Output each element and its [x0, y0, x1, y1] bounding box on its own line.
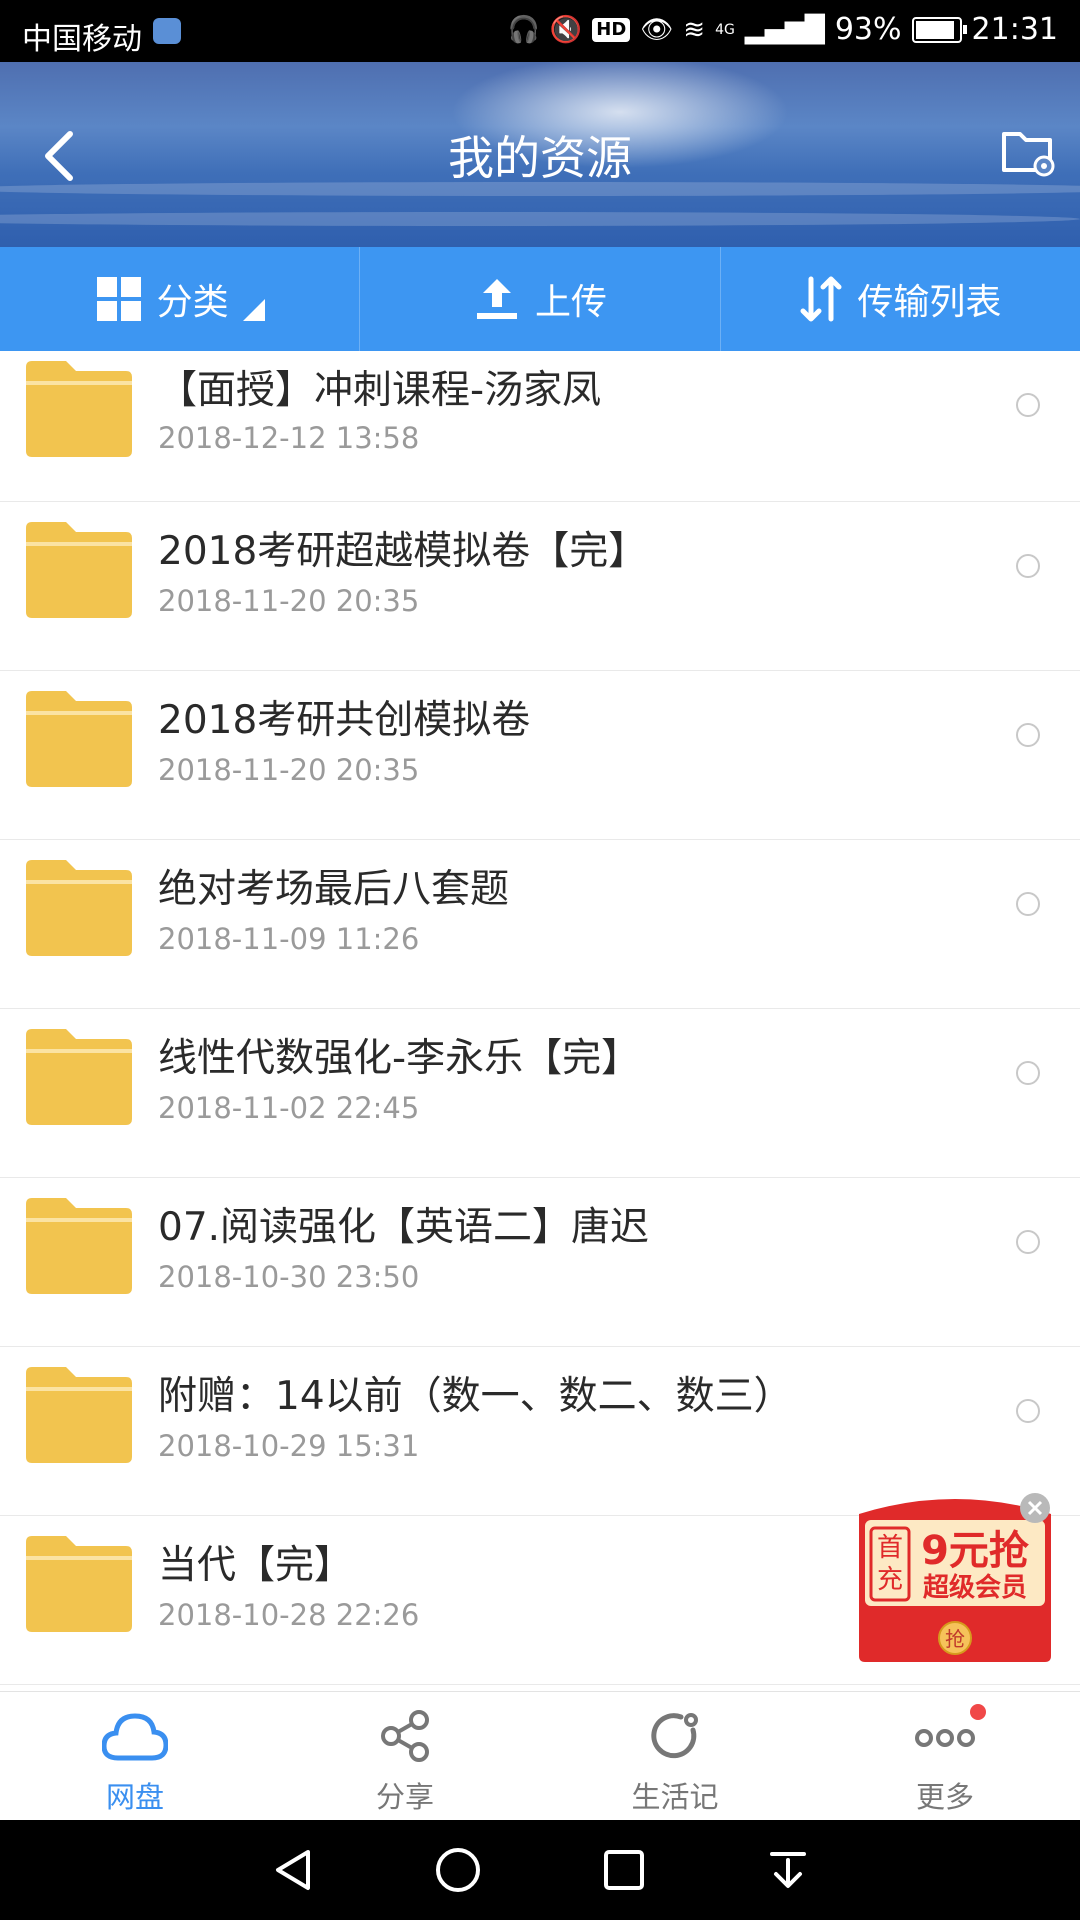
- action-tab-bar: 分类 上传 传输列表: [0, 247, 1080, 351]
- folder-icon: [26, 1029, 132, 1125]
- select-radio[interactable]: [1016, 554, 1040, 578]
- folder-icon: [26, 1536, 132, 1632]
- file-name: 2018考研共创模拟卷: [158, 698, 531, 743]
- file-name: 2018考研超越模拟卷【完】: [158, 529, 648, 574]
- file-date: 2018-11-20 20:35: [158, 753, 420, 787]
- tab-category[interactable]: 分类: [0, 247, 361, 351]
- promo-subline: 超级会员: [923, 1572, 1027, 1603]
- select-radio[interactable]: [1016, 723, 1040, 747]
- header-wave: [0, 212, 1080, 226]
- file-date: 2018-12-12 13:58: [158, 421, 420, 455]
- tab-category-label: 分类: [156, 282, 229, 323]
- list-item[interactable]: 绝对考场最后八套题 2018-11-09 11:26: [0, 840, 1080, 1009]
- file-name: 绝对考场最后八套题: [158, 867, 510, 912]
- file-date: 2018-11-02 22:45: [158, 1091, 420, 1125]
- recents-square-icon[interactable]: [602, 1848, 646, 1892]
- system-nav-bar: [0, 1820, 1080, 1920]
- list-item[interactable]: 07.阅读强化【英语二】唐迟 2018-10-30 23:50: [0, 1178, 1080, 1347]
- file-name: 当代【完】: [158, 1543, 354, 1588]
- file-date: 2018-10-28 22:26: [158, 1598, 420, 1632]
- wifi-icon: ≋: [683, 14, 706, 45]
- vip-promo-banner[interactable]: 首 充 9元抢 超级会员 抢: [855, 1492, 1055, 1664]
- battery-percent: 93%: [834, 12, 902, 47]
- status-bar: 中国移动 🎧 🔇 HD 👁 ≋ 4G ▂▄▆█ 93% 21:31: [0, 0, 1080, 62]
- file-date: 2018-10-30 23:50: [158, 1260, 420, 1294]
- nav-netdisk[interactable]: 网盘: [0, 1692, 270, 1820]
- network-type: 4G: [715, 21, 735, 38]
- nav-more-label: 更多: [915, 1780, 974, 1814]
- more-dots-icon: [915, 1729, 975, 1747]
- nav-more[interactable]: 更多: [810, 1692, 1080, 1820]
- mute-icon: 🔇: [549, 14, 583, 45]
- file-name: 附赠：14以前（数一、数二、数三）: [158, 1374, 793, 1419]
- file-list: 【面授】冲刺课程-汤家凤 2018-12-12 13:58 2018考研超越模拟…: [0, 351, 1080, 1685]
- list-item[interactable]: 附赠：14以前（数一、数二、数三） 2018-10-29 15:31: [0, 1347, 1080, 1516]
- folder-icon: [26, 361, 132, 457]
- promo-tag-second: 充: [877, 1565, 903, 1595]
- refresh-circle-icon: [651, 1713, 698, 1759]
- bottom-nav: 网盘 分享 生活记 更多: [0, 1691, 1080, 1820]
- file-name: 线性代数强化-李永乐【完】: [158, 1036, 641, 1081]
- carrier-name: 中国移动: [22, 22, 142, 57]
- file-name: 07.阅读强化【英语二】唐迟: [158, 1205, 650, 1250]
- file-name: 【面授】冲刺课程-汤家凤: [158, 368, 602, 413]
- select-radio[interactable]: [1016, 1399, 1040, 1423]
- cloud-icon: [102, 1713, 168, 1761]
- signal-icon: ▂▄▆█: [744, 14, 825, 45]
- folder-settings-icon[interactable]: [1000, 124, 1056, 180]
- list-item[interactable]: 线性代数强化-李永乐【完】 2018-11-02 22:45: [0, 1009, 1080, 1178]
- dropdown-triangle-icon: [242, 299, 265, 321]
- nav-life-journal-label: 生活记: [631, 1780, 719, 1814]
- page-title: 我的资源: [448, 131, 632, 185]
- tab-transfer-list[interactable]: 传输列表: [721, 247, 1080, 351]
- file-date: 2018-10-29 15:31: [158, 1429, 420, 1463]
- folder-icon: [26, 1198, 132, 1294]
- battery-icon: [911, 16, 967, 43]
- folder-icon: [26, 522, 132, 618]
- promo-tag-first: 首: [877, 1533, 903, 1563]
- notification-pulldown-icon[interactable]: [766, 1846, 810, 1894]
- select-radio[interactable]: [1016, 393, 1040, 417]
- promo-headline: 9元抢: [921, 1528, 1030, 1574]
- select-radio[interactable]: [1016, 1230, 1040, 1254]
- list-item[interactable]: 【面授】冲刺课程-汤家凤 2018-12-12 13:58: [0, 351, 1080, 502]
- headphones-icon: 🎧: [507, 14, 540, 45]
- file-date: 2018-11-09 11:26: [158, 922, 420, 956]
- folder-icon: [26, 860, 132, 956]
- transfer-arrows-icon: [800, 276, 842, 322]
- tab-upload[interactable]: 上传: [360, 247, 721, 351]
- select-radio[interactable]: [1016, 1061, 1040, 1085]
- nav-netdisk-label: 网盘: [105, 1780, 164, 1814]
- nav-life-journal[interactable]: 生活记: [540, 1692, 810, 1820]
- folder-icon: [26, 691, 132, 787]
- clock: 21:31: [971, 12, 1058, 47]
- grid-icon: [96, 277, 141, 321]
- tab-transfer-list-label: 传输列表: [857, 282, 1002, 323]
- select-radio[interactable]: [1016, 892, 1040, 916]
- hd-icon: HD: [592, 17, 631, 42]
- folder-icon: [26, 1367, 132, 1463]
- upload-icon: [476, 279, 517, 319]
- tab-upload-label: 上传: [534, 282, 607, 323]
- header: 我的资源: [0, 62, 1080, 247]
- home-circle-icon[interactable]: [434, 1846, 482, 1894]
- share-icon: [381, 1710, 429, 1762]
- list-item[interactable]: 2018考研共创模拟卷 2018-11-20 20:35: [0, 671, 1080, 840]
- nav-share[interactable]: 分享: [270, 1692, 540, 1820]
- eye-icon: 👁: [640, 14, 674, 45]
- status-icons: 🎧 🔇 HD 👁 ≋ 4G ▂▄▆█ 93% 21:31: [508, 12, 1058, 47]
- app-notification-icon: [153, 18, 181, 44]
- list-item[interactable]: 2018考研超越模拟卷【完】 2018-11-20 20:35: [0, 502, 1080, 671]
- file-date: 2018-11-20 20:35: [158, 584, 420, 618]
- back-triangle-icon[interactable]: [270, 1846, 314, 1894]
- promo-grab-label: 抢: [945, 1627, 965, 1651]
- nav-share-label: 分享: [375, 1780, 434, 1814]
- notification-dot: [970, 1704, 986, 1720]
